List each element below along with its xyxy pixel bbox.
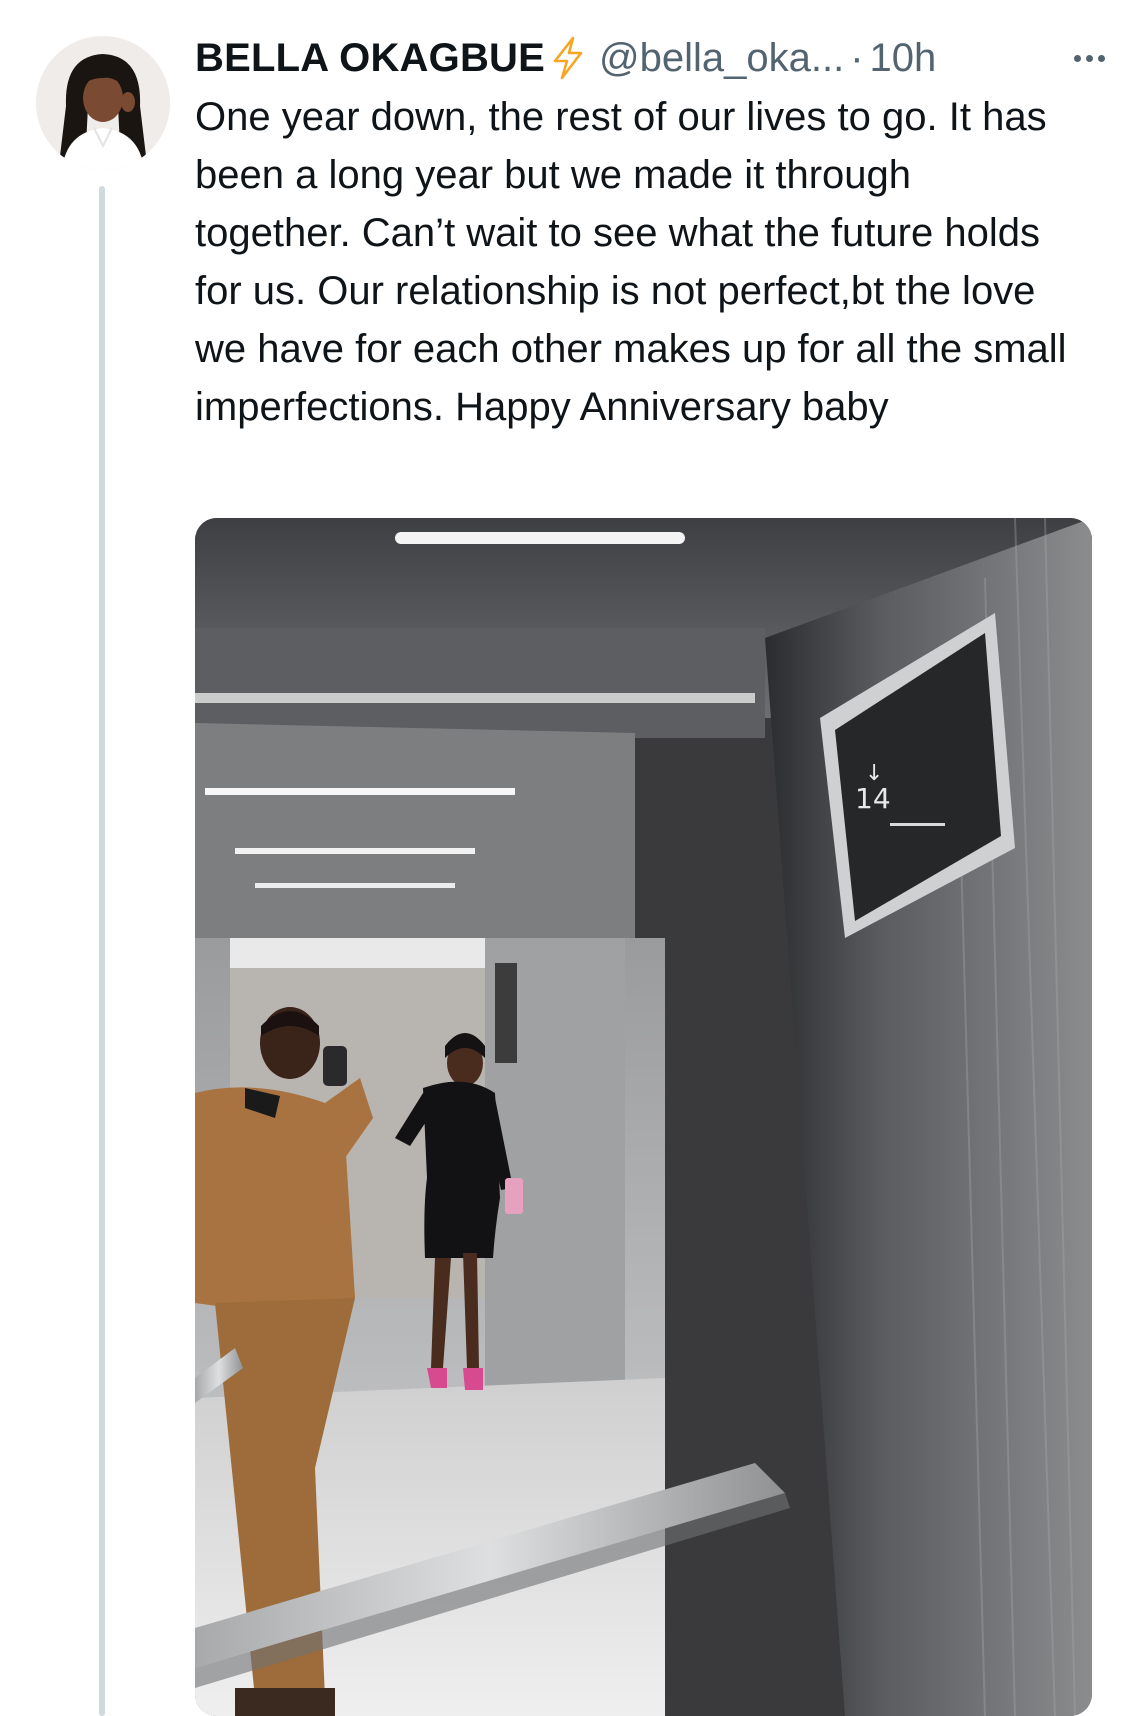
user-handle[interactable]: @bella_oka... — [599, 36, 844, 81]
avatar[interactable] — [36, 36, 170, 170]
tweet-photo[interactable]: ↓ 14 — [195, 518, 1092, 1716]
svg-text:14: 14 — [855, 782, 891, 815]
elevator-selfie-image: ↓ 14 — [195, 518, 1092, 1716]
lightning-bolt-icon — [549, 36, 587, 80]
timestamp[interactable]: 10h — [870, 36, 937, 81]
tweet[interactable]: BELLA OKAGBUE @bella_oka... · 10h One ye… — [195, 30, 1105, 436]
more-horizontal-icon[interactable] — [1074, 40, 1105, 76]
avatar-image — [36, 36, 170, 170]
tweet-text: One year down, the rest of our lives to … — [195, 95, 1067, 429]
display-name[interactable]: BELLA OKAGBUE — [195, 36, 545, 81]
tweet-header: BELLA OKAGBUE @bella_oka... · 10h — [195, 30, 1095, 86]
separator-dot: · — [850, 35, 864, 80]
thread-connector-line — [99, 186, 105, 1716]
